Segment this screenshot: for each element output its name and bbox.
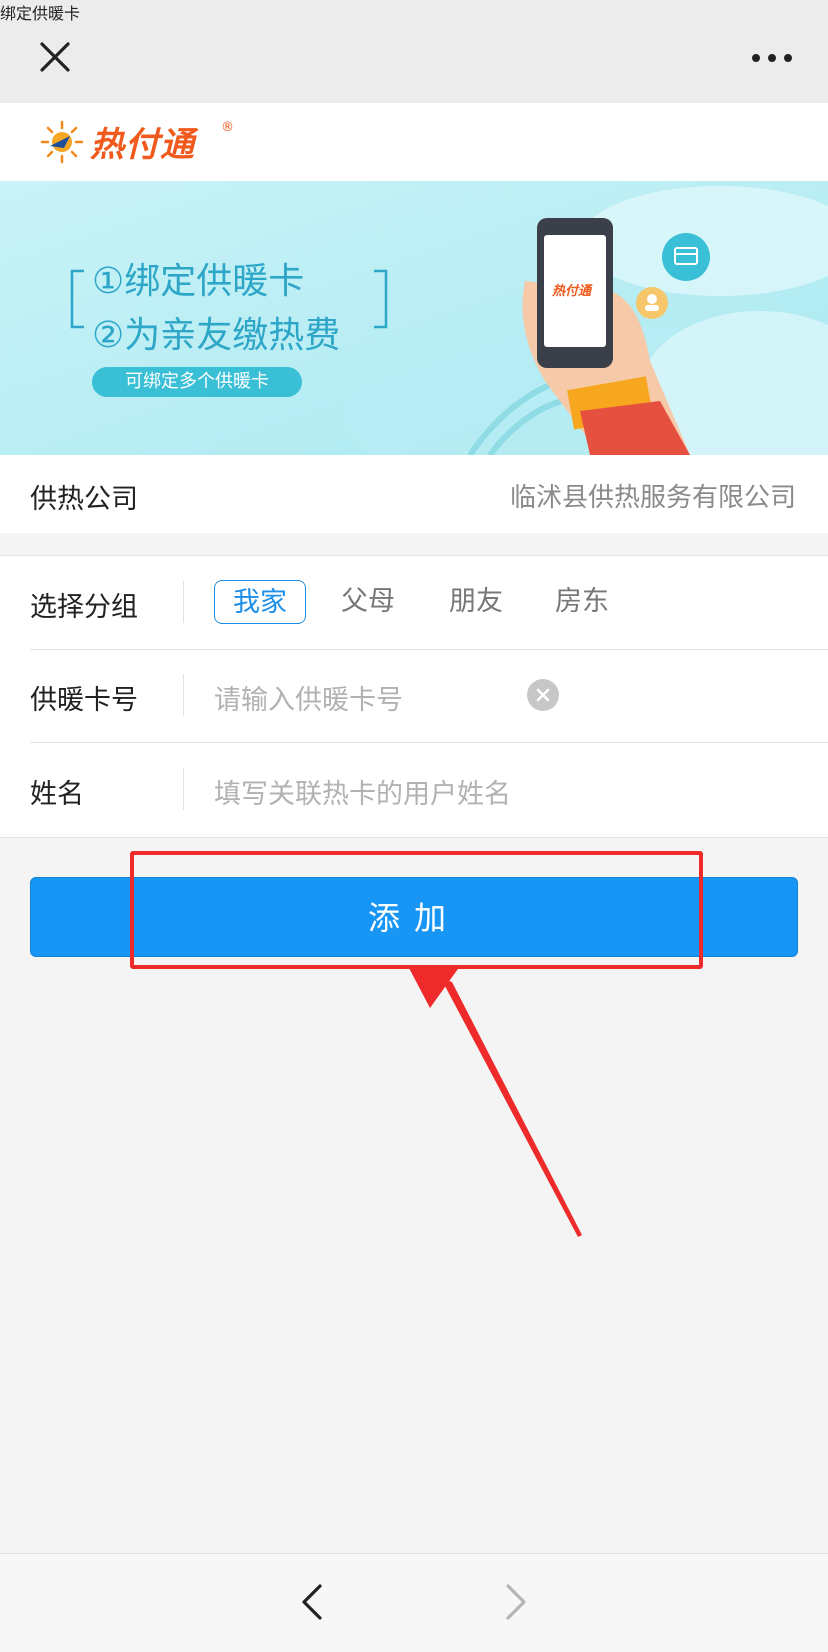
clear-input-button[interactable] [527,679,559,711]
company-value: 临沭县供热服务有限公司 [509,483,796,513]
close-icon [40,42,70,72]
back-button[interactable] [290,1572,340,1632]
svg-text:热付通: 热付通 [551,283,593,298]
banner-line-2: ②为亲友缴热费 [92,315,341,356]
divider [183,674,184,716]
logo-registered-mark: ® [221,120,234,135]
divider [183,768,184,810]
forward-button[interactable] [490,1572,540,1632]
card-number-input[interactable]: 请输入供暖卡号 [214,678,514,717]
divider [30,742,828,743]
banner-line-1: ①绑定供暖卡 [92,261,305,302]
group-label: 选择分组 [30,592,138,623]
clear-icon [536,688,550,702]
bottom-nav-bar [0,1553,828,1652]
name-input[interactable]: 填写关联热卡的用户姓名 [214,772,774,811]
logo-text: 热付通 [90,125,195,165]
banner-pill: 可绑定多个供暖卡 [92,367,302,397]
card-label: 供暖卡号 [30,685,138,716]
annotation-arrow-icon [400,950,600,1245]
divider [183,581,184,623]
group-option-fumu[interactable]: 父母 [322,580,414,624]
sun-logo-icon [40,120,84,164]
group-option-fangdong[interactable]: 房东 [536,580,628,624]
group-option-wojia[interactable]: 我家 [214,580,306,624]
chevron-left-icon [302,1584,322,1620]
more-button[interactable] [740,28,804,92]
divider [30,649,828,650]
chevron-right-icon [506,1584,526,1620]
group-option-pengyou[interactable]: 朋友 [430,580,522,624]
page-title: 绑定供暖卡 [0,4,81,23]
more-dots-icon [752,54,792,62]
name-label: 姓名 [30,779,84,810]
close-button[interactable] [24,28,88,92]
company-label: 供热公司 [30,484,138,515]
